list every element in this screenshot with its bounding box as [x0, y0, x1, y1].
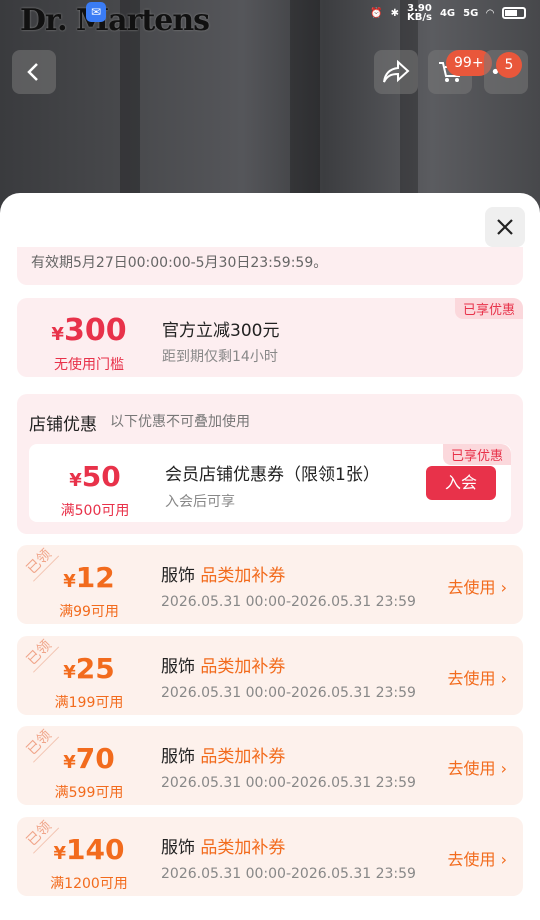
coupon-amount: ¥50 满500可用 [45, 460, 145, 520]
title-highlight: 品类加补券 [200, 838, 286, 858]
amount-value: 300 [63, 313, 127, 348]
currency-symbol: ¥ [63, 662, 76, 683]
chevron-left-icon [27, 63, 38, 81]
currency-symbol: ¥ [51, 324, 64, 345]
validity-notice: 有效期5月27日00:00:00-5月30日23:59:59。 [17, 247, 523, 285]
brand-logo: Dr. Martens [20, 6, 210, 36]
status-bar: ⏰ ✱ 3.90 KB/s 4G 5G ◠ [370, 2, 526, 24]
wifi-icon: ◠ [486, 7, 494, 19]
title-highlight: 品类加补券 [200, 747, 286, 767]
share-icon [383, 60, 410, 83]
category-coupon-card: 已领 ¥25 满199可用 服饰 品类加补券 2026.05.31 00:00-… [17, 632, 523, 715]
coupon-period: 2026.05.31 00:00-2026.05.31 23:59 [161, 775, 416, 791]
use-coupon-link[interactable]: 去使用 › [448, 665, 508, 689]
title-highlight: 品类加补券 [200, 657, 286, 677]
alarm-icon: ⏰ [370, 7, 383, 19]
currency-symbol: ¥ [69, 470, 82, 491]
coupon-subtitle: 入会后可享 [165, 494, 235, 510]
store-discount-note: 以下优惠不可叠加使用 [110, 414, 250, 430]
coupon-title: 官方立减300元 [162, 321, 280, 341]
network-speed: 3.90 KB/s [406, 3, 432, 23]
coupon-condition: 满500可用 [60, 503, 130, 519]
coupon-period: 2026.05.31 00:00-2026.05.31 23:59 [161, 866, 416, 882]
coupon-amount: ¥70 满599可用 [39, 742, 139, 802]
currency-symbol: ¥ [63, 571, 76, 592]
use-coupon-link[interactable]: 去使用 › [448, 846, 508, 870]
coupon-amount: ¥25 满199可用 [39, 652, 139, 712]
category-coupon-card: 已领 ¥140 满1200可用 服饰 品类加补券 2026.05.31 00:0… [17, 813, 523, 896]
category-coupon-card: 已领 ¥12 满99可用 服饰 品类加补券 2026.05.31 00:00-2… [17, 541, 523, 624]
enjoyed-tag: 已享优惠 [454, 298, 523, 319]
title-prefix: 服饰 [161, 566, 195, 586]
coupon-amount: ¥12 满99可用 [39, 561, 139, 621]
coupon-condition: 满99可用 [59, 604, 119, 620]
store-discount-title: 店铺优惠 [29, 415, 97, 435]
share-button[interactable] [374, 50, 418, 94]
use-coupon-link[interactable]: 去使用 › [448, 574, 508, 598]
close-button[interactable] [485, 207, 525, 247]
brand-logo-text: Dr. Martens [20, 3, 210, 38]
coupon-sheet: 有效期5月27日00:00:00-5月30日23:59:59。 已享优惠 ¥30… [0, 193, 540, 920]
title-prefix: 服饰 [161, 657, 195, 677]
back-button[interactable] [12, 50, 56, 94]
coupon-condition: 满199可用 [54, 695, 124, 711]
title-prefix: 服饰 [161, 838, 195, 858]
amount-value: 140 [66, 833, 125, 866]
amount-value: 12 [75, 561, 115, 594]
message-count-badge: 5 [496, 52, 522, 78]
member-coupon-card: 已享优惠 ¥50 满500可用 会员店铺优惠券（限领1张） 入会后可享 入会 [29, 444, 511, 522]
currency-symbol: ¥ [53, 843, 67, 864]
store-discount-section: 店铺优惠 以下优惠不可叠加使用 已享优惠 ¥50 满500可用 会员店铺优惠券（… [17, 394, 523, 534]
coupon-amount: ¥140 满1200可用 [39, 833, 139, 893]
enjoyed-tag: 已享优惠 [442, 444, 511, 465]
amount-value: 70 [75, 742, 115, 775]
title-highlight: 品类加补券 [200, 566, 286, 586]
coupon-title: 服饰 品类加补券 [161, 742, 285, 767]
currency-symbol: ¥ [63, 752, 76, 773]
close-icon [497, 219, 513, 235]
amount-value: 25 [75, 652, 115, 685]
battery-icon [502, 7, 526, 19]
app-notification-icon: ✉ [86, 2, 106, 22]
coupon-subtitle: 距到期仅剩14小时 [162, 349, 278, 365]
coupon-period: 2026.05.31 00:00-2026.05.31 23:59 [161, 685, 416, 701]
coupon-amount: ¥300 无使用门槛 [39, 314, 139, 374]
coupon-title: 服饰 品类加补券 [161, 833, 285, 858]
join-member-button[interactable]: 入会 [426, 466, 496, 500]
use-coupon-link[interactable]: 去使用 › [448, 755, 508, 779]
coupon-title: 服饰 品类加补券 [161, 561, 285, 586]
coupon-period: 2026.05.31 00:00-2026.05.31 23:59 [161, 594, 416, 610]
signal-5g: 5G [463, 7, 479, 19]
coupon-condition: 满1200可用 [50, 876, 128, 892]
title-prefix: 服饰 [161, 747, 195, 767]
amount-value: 50 [81, 460, 121, 493]
coupon-title: 会员店铺优惠券（限领1张） [165, 465, 380, 485]
signal-4g: 4G [439, 7, 456, 19]
category-coupon-card: 已领 ¥70 满599可用 服饰 品类加补券 2026.05.31 00:00-… [17, 722, 523, 805]
coupon-condition: 满599可用 [54, 785, 124, 801]
official-discount-card: 已享优惠 ¥300 无使用门槛 官方立减300元 距到期仅剩14小时 [17, 298, 523, 377]
bluetooth-icon: ✱ [390, 7, 399, 19]
coupon-condition: 无使用门槛 [54, 357, 124, 373]
coupon-title: 服饰 品类加补券 [161, 652, 285, 677]
